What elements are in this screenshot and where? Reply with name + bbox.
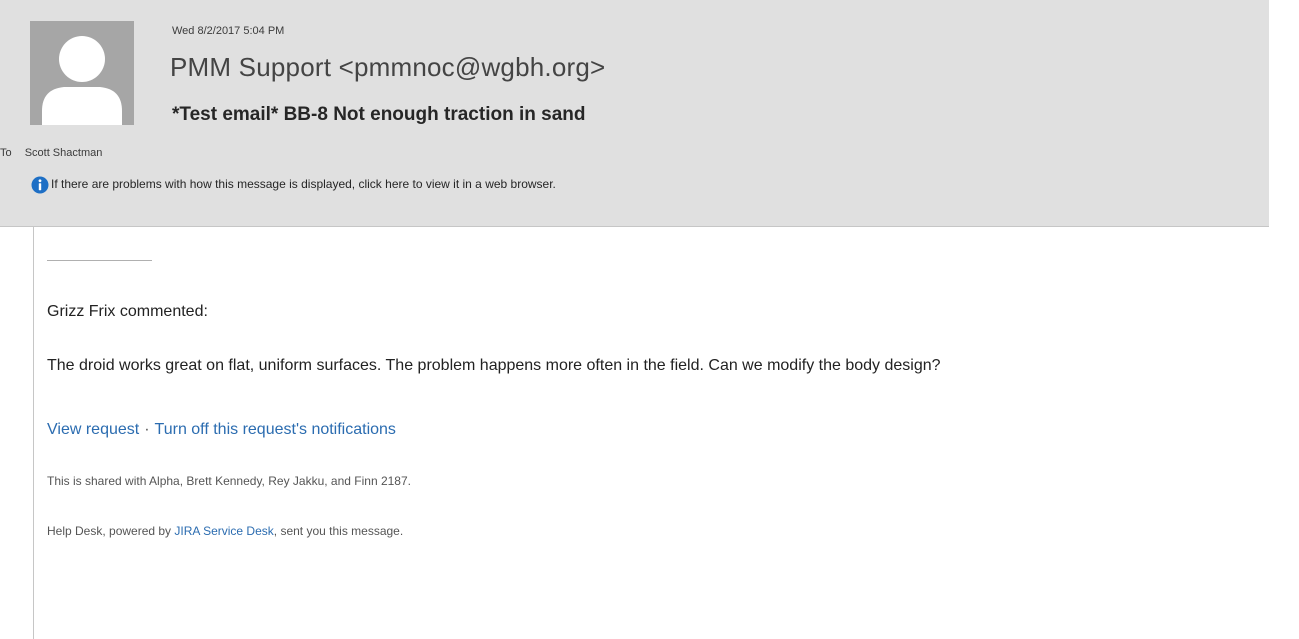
recipient-line: To Scott Shactman xyxy=(0,147,102,159)
view-request-link[interactable]: View request xyxy=(47,421,139,438)
commenter-line: Grizz Frix commented: xyxy=(47,303,208,320)
footer-text: Help Desk, powered by JIRA Service Desk,… xyxy=(47,524,403,538)
person-placeholder-icon xyxy=(30,21,134,125)
request-links: View request · Turn off this request's not… xyxy=(47,421,396,439)
comment-text: The droid works great on flat, uniform s… xyxy=(47,357,941,374)
recipient-name[interactable]: Scott Shactman xyxy=(25,147,103,159)
footer-suffix: , sent you this message. xyxy=(273,524,404,538)
message-date: Wed 8/2/2017 5:04 PM xyxy=(172,25,285,37)
info-circle-icon xyxy=(31,176,49,194)
to-label: To xyxy=(0,147,12,159)
link-separator: · xyxy=(144,421,150,438)
turn-off-notifications-link[interactable]: Turn off this request's notifications xyxy=(155,421,396,438)
message-subject: *Test email* BB-8 Not enough traction in… xyxy=(172,104,586,125)
shared-with-text: This is shared with Alpha, Brett Kennedy… xyxy=(47,474,411,488)
message-body: Grizz Frix commented: The droid works gr… xyxy=(33,227,1270,639)
footer-prefix: Help Desk, powered by xyxy=(47,524,175,538)
sender-avatar xyxy=(30,21,134,125)
sender-name[interactable]: PMM Support <pmmnoc@wgbh.org> xyxy=(170,52,605,83)
jira-service-desk-link[interactable]: JIRA Service Desk xyxy=(174,524,273,538)
view-in-browser-notice[interactable]: If there are problems with how this mess… xyxy=(51,177,556,191)
message-header: Wed 8/2/2017 5:04 PM PMM Support <pmmnoc… xyxy=(0,0,1269,227)
separator-line xyxy=(47,260,152,261)
